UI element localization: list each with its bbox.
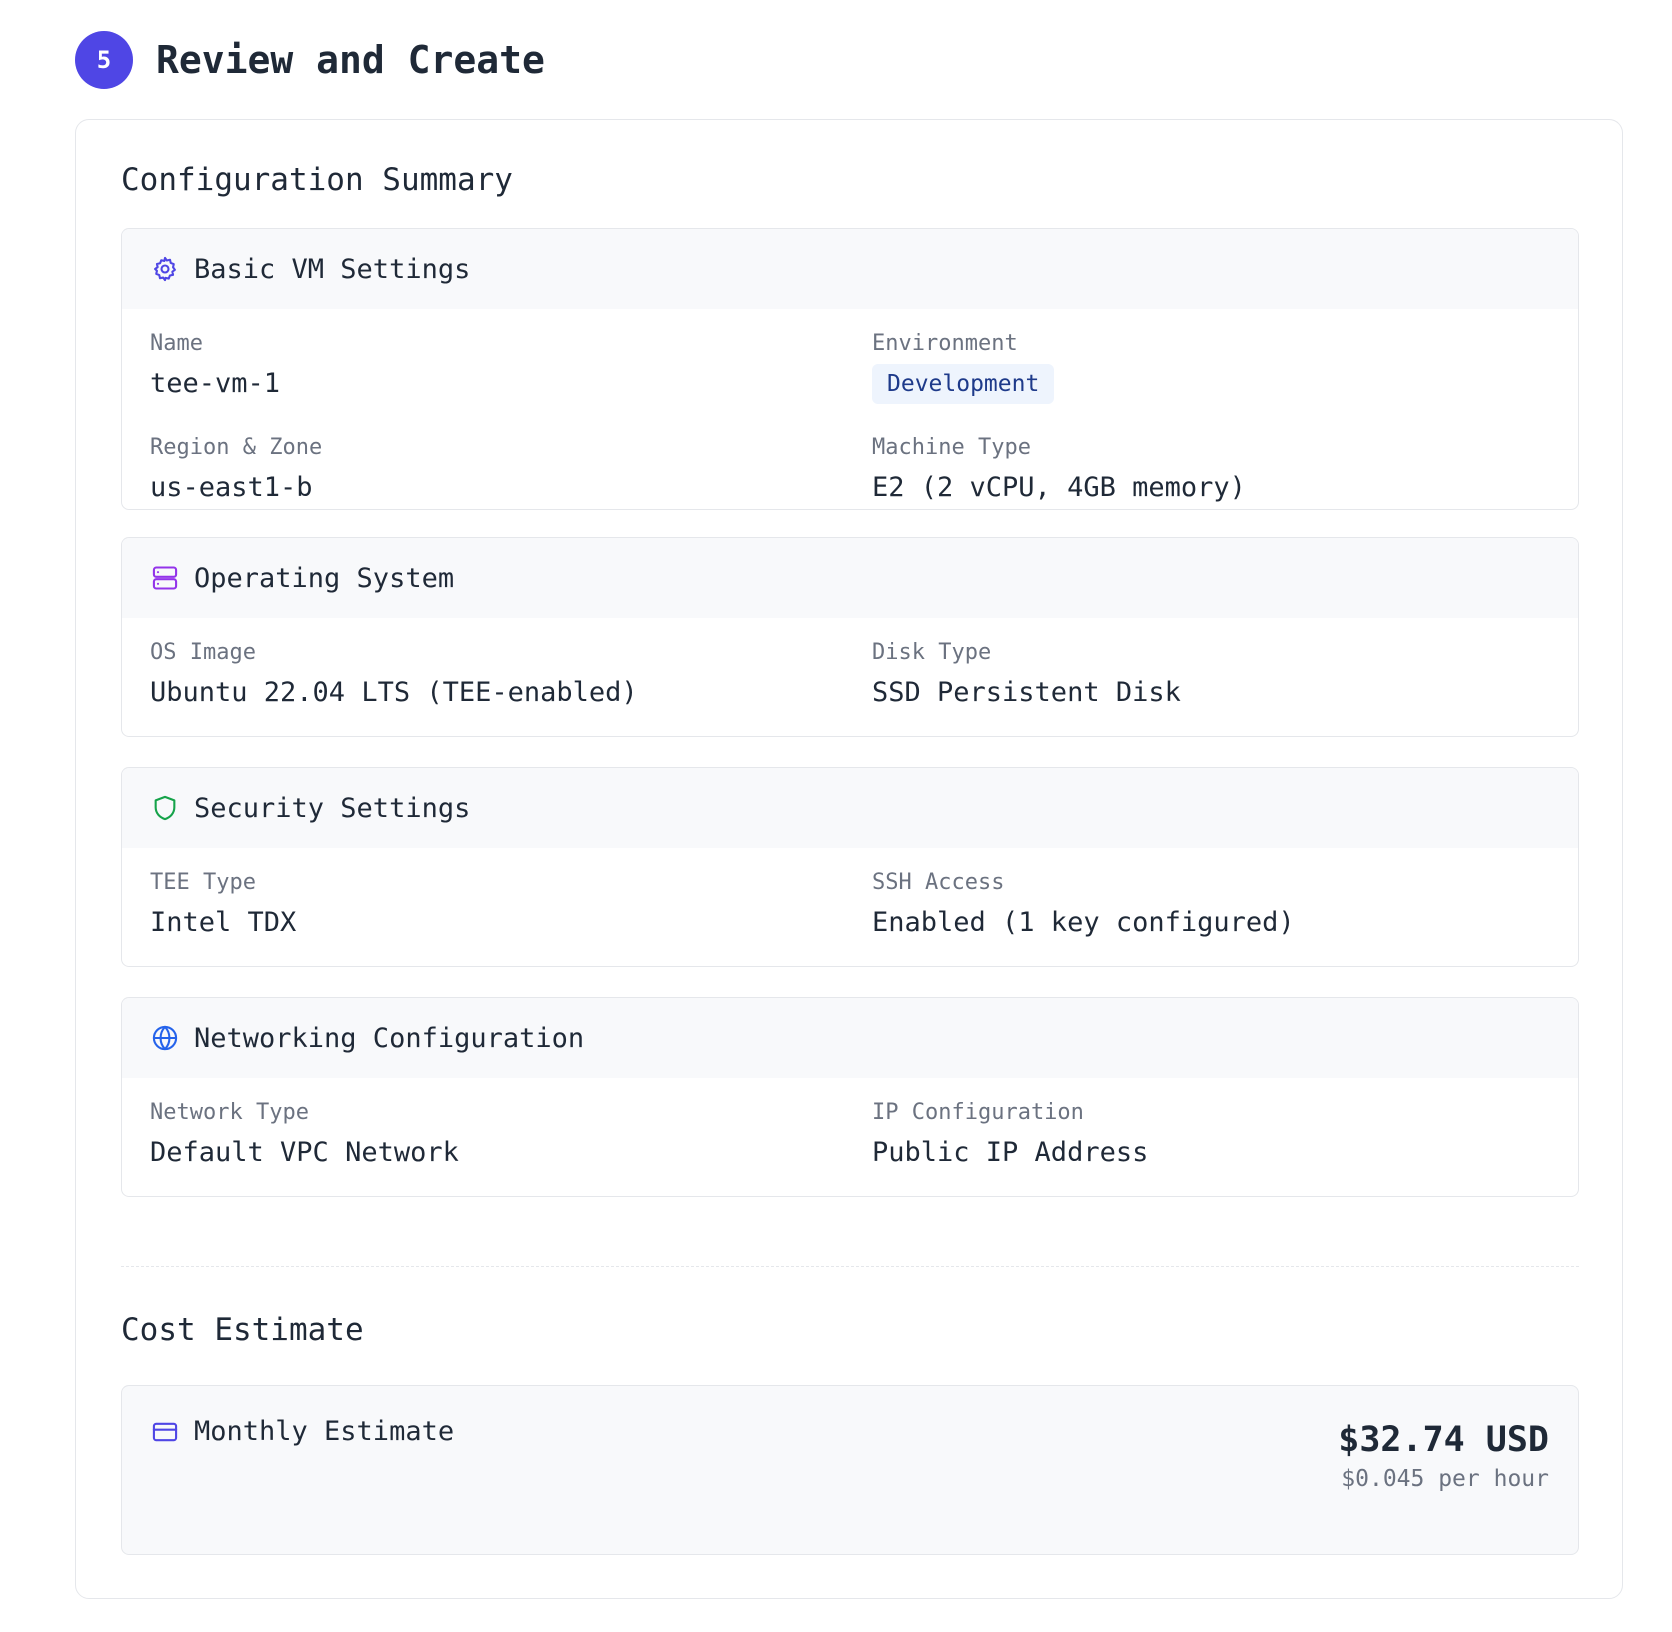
page-title: Review and Create [156,38,545,82]
ip-configuration-field: IP Configuration Public IP Address [872,1100,1148,1168]
ip-configuration-value: Public IP Address [872,1137,1149,1168]
globe-icon [151,1024,179,1052]
section-divider [121,1266,1579,1267]
disk-type-field: Disk Type SSD Persistent Disk [872,640,1181,708]
security-settings-header: Security Settings [122,768,1578,848]
disk-type-value: SSD Persistent Disk [872,677,1181,708]
operating-system-header: Operating System [122,538,1578,618]
machine-type-label: Machine Type [872,435,1031,460]
region-zone-field: Region & Zone us-east1-b [150,435,322,503]
basic-vm-settings-panel: Basic VM Settings Name tee-vm-1 Environm… [121,228,1579,510]
machine-type-value: E2 (2 vCPU, 4GB memory) [872,472,1246,503]
environment-field: Environment Development [872,331,1055,404]
monthly-estimate-title: Monthly Estimate [194,1416,455,1447]
region-zone-label: Region & Zone [150,435,323,460]
tee-type-value: Intel TDX [150,907,297,938]
basic-vm-settings-title: Basic VM Settings [194,253,471,285]
step-header: 5 Review and Create [75,31,545,89]
cost-amount-block: $32.74 USD $0.045 per hour [1338,1420,1549,1492]
cost-estimate-heading: Cost Estimate [121,1312,364,1348]
gear-icon [151,255,179,283]
ssh-access-field: SSH Access Enabled (1 key configured) [872,870,1295,938]
environment-badge: Development [872,364,1055,404]
server-icon [151,564,179,592]
review-card: Configuration Summary Basic VM Settings … [75,119,1623,1599]
networking-configuration-panel: Networking Configuration Network Type De… [121,997,1579,1197]
hourly-cost-rate: $0.045 per hour [1341,1466,1549,1492]
security-settings-panel: Security Settings TEE Type Intel TDX SSH… [121,767,1579,967]
name-value: tee-vm-1 [150,368,281,399]
basic-vm-settings-header: Basic VM Settings [122,229,1578,309]
ip-configuration-label: IP Configuration [872,1100,1084,1125]
network-type-value: Default VPC Network [150,1137,459,1168]
os-image-label: OS Image [150,640,256,665]
ssh-access-label: SSH Access [872,870,1005,895]
step-number-badge: 5 [75,31,133,89]
networking-configuration-header: Networking Configuration [122,998,1578,1078]
monthly-estimate-panel: Monthly Estimate $32.74 USD $0.045 per h… [121,1385,1579,1555]
network-type-field: Network Type Default VPC Network [150,1100,459,1168]
name-label: Name [150,331,203,356]
monthly-estimate-header: Monthly Estimate [151,1416,454,1447]
operating-system-title: Operating System [194,562,455,594]
shield-icon [151,794,179,822]
os-image-value: Ubuntu 22.04 LTS (TEE-enabled) [150,677,638,708]
name-field: Name tee-vm-1 [150,331,280,399]
region-zone-value: us-east1-b [150,472,313,503]
operating-system-panel: Operating System OS Image Ubuntu 22.04 L… [121,537,1579,737]
credit-card-icon [151,1418,179,1446]
network-type-label: Network Type [150,1100,309,1125]
ssh-access-value: Enabled (1 key configured) [872,907,1295,938]
tee-type-field: TEE Type Intel TDX [150,870,296,938]
tee-type-label: TEE Type [150,870,256,895]
networking-configuration-title: Networking Configuration [194,1022,585,1054]
os-image-field: OS Image Ubuntu 22.04 LTS (TEE-enabled) [150,640,638,708]
monthly-cost-amount: $32.74 USD [1338,1420,1549,1460]
environment-label: Environment [872,331,1018,356]
machine-type-field: Machine Type E2 (2 vCPU, 4GB memory) [872,435,1246,503]
configuration-summary-heading: Configuration Summary [121,162,513,198]
security-settings-title: Security Settings [194,792,471,824]
disk-type-label: Disk Type [872,640,992,665]
